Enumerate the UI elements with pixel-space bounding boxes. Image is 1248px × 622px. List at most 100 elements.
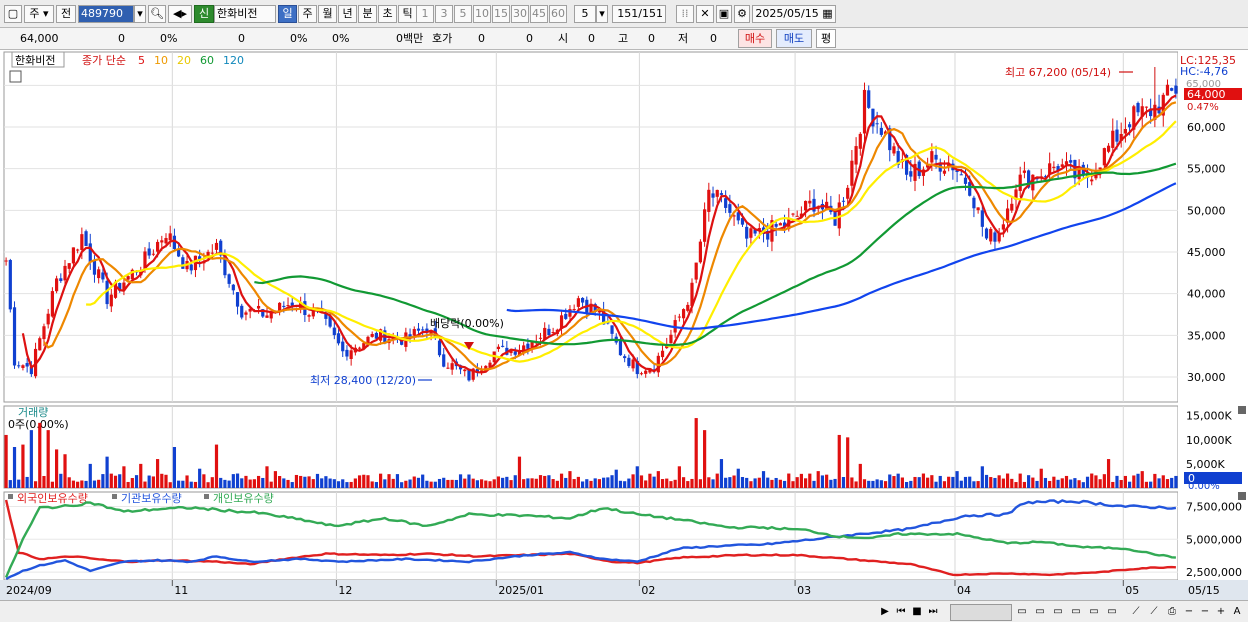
search-icon[interactable]: 🔍︎	[148, 5, 166, 23]
code-dropdown-arrow[interactable]: ▾	[134, 5, 146, 23]
volume-bar	[551, 479, 555, 488]
volume-bar	[930, 475, 934, 488]
volume-bar	[934, 481, 938, 488]
prev-button[interactable]: 전	[56, 5, 76, 23]
price-ytick-label: 30,000	[1187, 371, 1226, 384]
tab-4[interactable]: 분	[358, 5, 377, 23]
scroll-end-icon[interactable]: ⏭	[926, 604, 940, 619]
interval-button-15[interactable]: 15	[492, 5, 510, 23]
stop-icon[interactable]: ■	[910, 604, 924, 619]
zoom-in-icon[interactable]: +	[1214, 604, 1228, 619]
tab-2[interactable]: 월	[318, 5, 337, 23]
candle-body	[976, 207, 980, 211]
volume-bar	[177, 480, 181, 488]
avg-button[interactable]: 평	[816, 29, 836, 48]
holdings-legend-2: 개인보유수량	[213, 492, 274, 505]
scroll-start-icon[interactable]: ⏮	[894, 604, 908, 619]
gear-icon[interactable]: ⚙	[734, 5, 750, 23]
interval-button-5[interactable]: 5	[454, 5, 472, 23]
speaker-icon[interactable]: ◀▸	[168, 5, 192, 23]
count-dropdown-arrow[interactable]: ▾	[596, 5, 608, 23]
volume-bar	[900, 477, 904, 488]
tab-1[interactable]: 주	[298, 5, 317, 23]
interval-button-3[interactable]: 3	[435, 5, 453, 23]
layout-icon-4[interactable]: ▭	[1068, 604, 1084, 619]
volume-bar	[942, 481, 947, 488]
interval-button-10[interactable]: 10	[473, 5, 491, 23]
interval-button-1[interactable]: 1	[416, 5, 434, 23]
scroll-thumb[interactable]	[950, 604, 1012, 621]
interval-button-45[interactable]: 45	[530, 5, 548, 23]
tab-6[interactable]: 틱	[398, 5, 417, 23]
volume-bar	[963, 476, 968, 488]
layout-icon-2[interactable]: ▭	[1032, 604, 1048, 619]
window-icon[interactable]: ▢	[4, 5, 22, 23]
zoom-out-icon[interactable]: −	[1182, 604, 1196, 619]
date-field[interactable]: 2025/05/15 ▦	[752, 5, 836, 23]
tab-3[interactable]: 년	[338, 5, 357, 23]
price-ytick-label: 35,000	[1187, 329, 1226, 342]
volume-bar	[791, 481, 795, 488]
volume-bar	[76, 481, 80, 488]
auto-scale-icon[interactable]: A	[1230, 604, 1244, 619]
save-icon[interactable]: ▣	[716, 5, 732, 23]
candle-body	[151, 253, 155, 255]
candle-body	[631, 359, 635, 369]
calc-icon[interactable]	[9, 70, 22, 83]
volume-bar	[320, 478, 324, 488]
x-axis-label: 05/15	[1188, 584, 1220, 597]
draw-line-icon[interactable]: ⟋	[1128, 604, 1144, 619]
volume-bar	[286, 479, 290, 488]
volume-bar	[17, 479, 21, 488]
volume-bar	[564, 477, 568, 488]
volume-bar	[8, 480, 12, 488]
print-icon[interactable]: ⎙	[1164, 604, 1180, 619]
tab-5[interactable]: 초	[378, 5, 397, 23]
volume-bar	[787, 473, 791, 488]
sell-button[interactable]: 매도	[776, 29, 812, 48]
candle-body	[4, 260, 8, 262]
candle-body	[707, 189, 711, 212]
buy-button[interactable]: 매수	[738, 29, 772, 48]
layout-icon-6[interactable]: ▭	[1104, 604, 1120, 619]
count-field[interactable]: 5	[574, 5, 596, 23]
range-field[interactable]: 151/151	[612, 5, 666, 23]
interval-button-60[interactable]: 60	[549, 5, 567, 23]
candle-body	[1174, 85, 1178, 94]
candle-body	[17, 365, 21, 367]
volume-bar	[479, 479, 484, 488]
volume-bar	[913, 476, 917, 488]
interval-button-30[interactable]: 30	[511, 5, 529, 23]
volume-bar	[896, 473, 900, 488]
volume-bar	[383, 479, 387, 488]
volume-panel-close-icon[interactable]	[1238, 406, 1246, 414]
candle-body	[623, 356, 627, 359]
volume-bar	[67, 477, 71, 488]
candle-body	[686, 304, 690, 311]
volume-bar	[538, 475, 543, 488]
tab-0[interactable]: 일	[278, 5, 297, 23]
grid-icon[interactable]: ⁞⁞	[676, 5, 694, 23]
candle-body	[610, 325, 614, 334]
candle-body	[564, 313, 568, 319]
minus-icon[interactable]: −	[1198, 604, 1212, 619]
period-dropdown[interactable]: 주 ▾	[24, 5, 54, 23]
volume-bar	[947, 476, 951, 488]
quote-change-pct: 0%	[160, 32, 178, 45]
holdings-panel-close-icon[interactable]	[1238, 492, 1246, 500]
crosshair-icon[interactable]: ✕	[696, 5, 714, 23]
layout-icon-1[interactable]: ▭	[1014, 604, 1030, 619]
layout-icon-5[interactable]: ▭	[1086, 604, 1102, 619]
draw-tool-icon[interactable]: ⟋	[1146, 604, 1162, 619]
candle-body	[189, 264, 193, 271]
scroll-right-icon[interactable]: ▶	[878, 604, 892, 619]
candle-body	[463, 369, 467, 372]
candle-body	[155, 241, 160, 252]
legend-bullet	[8, 494, 13, 499]
stock-code-input[interactable]: 489790	[78, 5, 134, 23]
stock-chart[interactable]: 30,000 35,000 40,000 45,000 50,000 55,000 60,0…	[0, 50, 1248, 600]
volume-bar	[833, 478, 837, 488]
volume-bar	[606, 477, 610, 488]
layout-icon-3[interactable]: ▭	[1050, 604, 1066, 619]
volume-bar	[850, 477, 854, 488]
